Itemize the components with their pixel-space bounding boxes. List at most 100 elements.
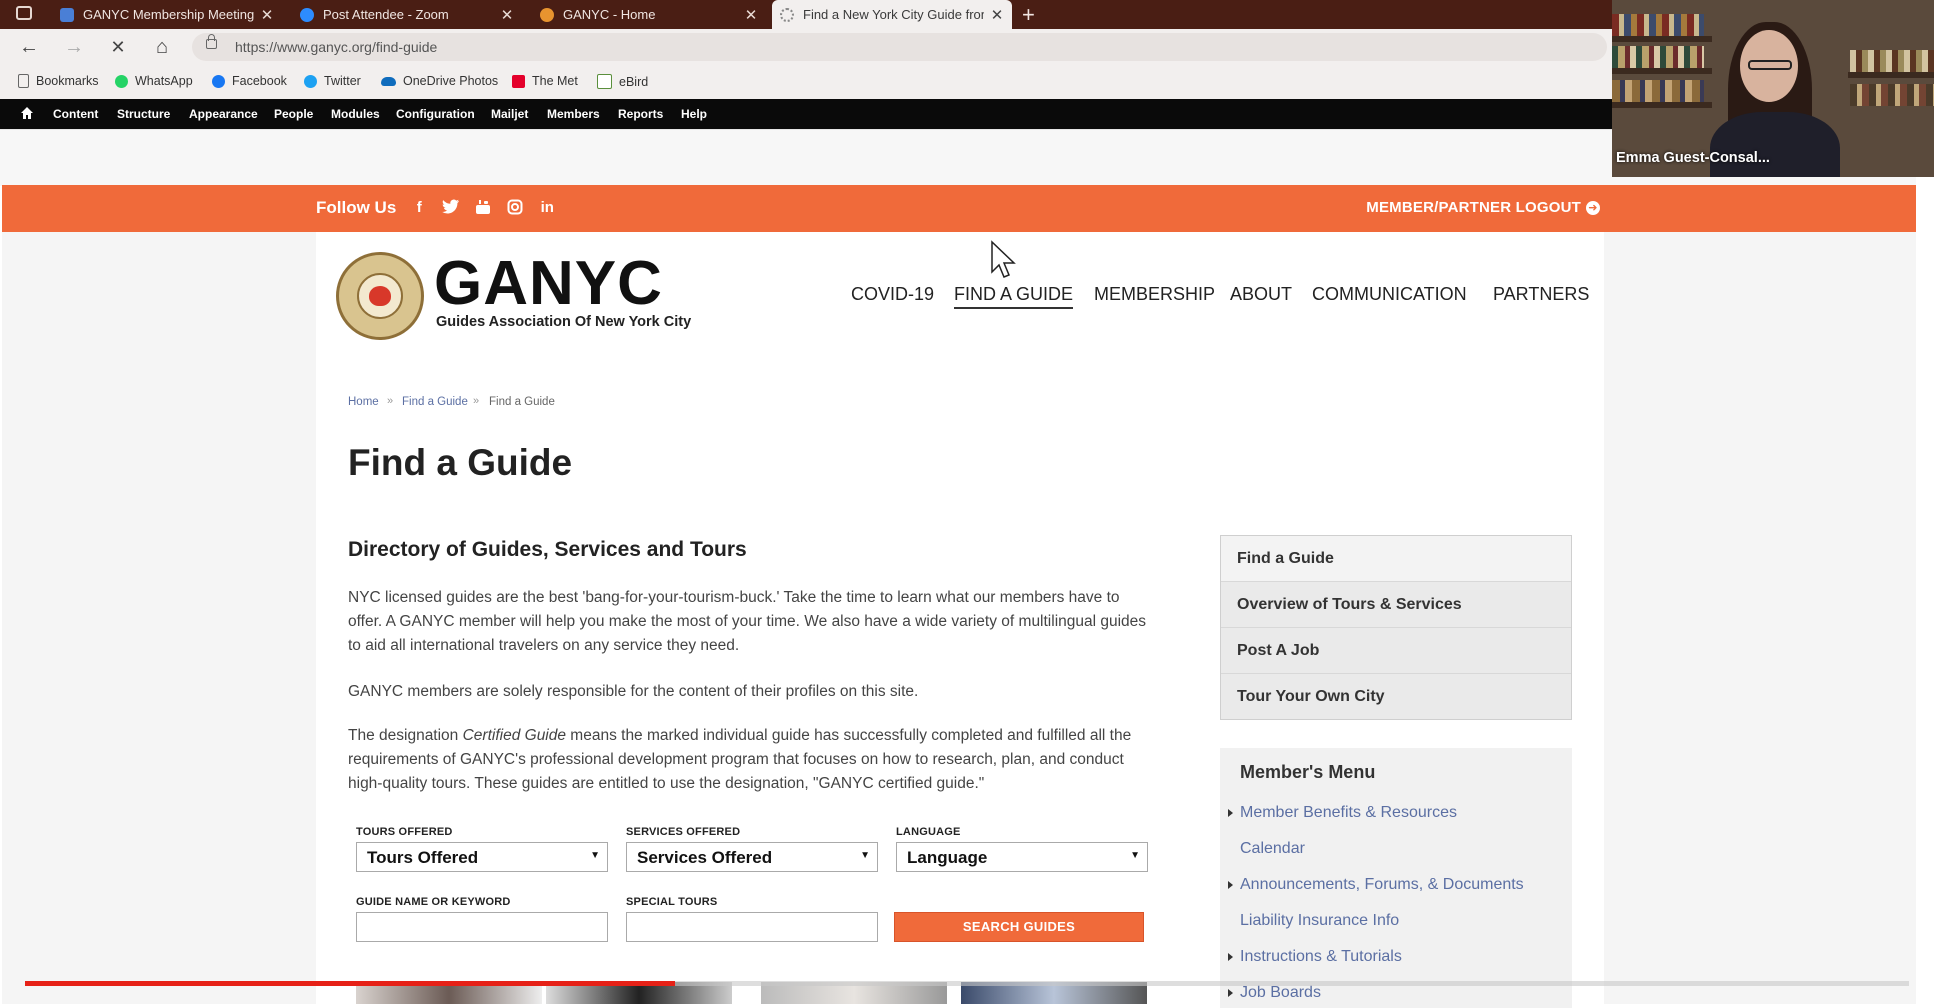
breadcrumb-separator: » bbox=[473, 395, 480, 407]
admin-appearance[interactable]: Appearance bbox=[189, 107, 258, 121]
met-icon bbox=[512, 74, 525, 88]
admin-configuration[interactable]: Configuration bbox=[396, 107, 475, 121]
nav-partners[interactable]: PARTNERS bbox=[1493, 284, 1589, 305]
nav-membership[interactable]: MEMBERSHIP bbox=[1094, 284, 1215, 305]
bookmark-label: eBird bbox=[619, 74, 649, 89]
back-arrow-icon[interactable]: ← bbox=[17, 35, 41, 59]
breadcrumb-find-guide[interactable]: Find a Guide bbox=[402, 396, 468, 408]
sidebar-item-post-job[interactable]: Post A Job bbox=[1221, 628, 1571, 674]
admin-people[interactable]: People bbox=[274, 107, 313, 121]
apple-icon bbox=[369, 286, 391, 306]
job-boards-link[interactable]: Job Boards bbox=[1228, 984, 1321, 1002]
announcements-link[interactable]: Announcements, Forums, & Documents bbox=[1228, 876, 1524, 894]
admin-structure[interactable]: Structure bbox=[117, 107, 170, 121]
home-icon[interactable] bbox=[20, 106, 34, 120]
linkedin-icon[interactable]: in bbox=[538, 199, 556, 217]
bookmark-whatsapp[interactable]: WhatsApp bbox=[115, 74, 193, 88]
forward-arrow-icon[interactable]: → bbox=[62, 35, 86, 59]
sidebar-item-tour-own-city[interactable]: Tour Your Own City bbox=[1221, 674, 1571, 719]
logout-link[interactable]: MEMBER/PARTNER LOGOUT ➜ bbox=[1366, 199, 1600, 216]
youtube-icon[interactable] bbox=[474, 199, 492, 217]
nav-about[interactable]: ABOUT bbox=[1230, 284, 1292, 305]
intro-paragraph: NYC licensed guides are the best 'bang-f… bbox=[348, 589, 1147, 654]
sidebar-item-overview[interactable]: Overview of Tours & Services bbox=[1221, 582, 1571, 628]
bookmark-the-met[interactable]: The Met bbox=[512, 74, 578, 88]
video-progress-fill bbox=[25, 981, 675, 986]
tab-zoom[interactable]: Post Attendee - Zoom ✕ bbox=[292, 0, 522, 29]
close-icon[interactable]: ✕ bbox=[260, 6, 274, 24]
member-benefits-link[interactable]: Member Benefits & Resources bbox=[1228, 804, 1457, 822]
zoom-icon bbox=[300, 7, 314, 22]
members-menu: Member's Menu Member Benefits & Resource… bbox=[1220, 748, 1572, 1008]
keyword-label: GUIDE NAME OR KEYWORD bbox=[356, 896, 511, 908]
admin-help[interactable]: Help bbox=[681, 107, 707, 121]
facebook-icon[interactable]: f bbox=[410, 199, 428, 217]
admin-modules[interactable]: Modules bbox=[331, 107, 380, 121]
expand-arrow-icon[interactable] bbox=[1228, 809, 1233, 817]
mouse-cursor-icon bbox=[991, 240, 1016, 278]
tab-actions-icon[interactable] bbox=[16, 6, 32, 20]
tab-find-guide[interactable]: Find a New York City Guide fron ✕ bbox=[772, 0, 1012, 29]
sidebar-item-find-guide[interactable]: Find a Guide bbox=[1221, 536, 1571, 582]
expand-arrow-icon[interactable] bbox=[1228, 881, 1233, 889]
site-brand[interactable]: GANYC bbox=[434, 248, 663, 319]
bookmark-twitter[interactable]: Twitter bbox=[304, 74, 361, 88]
admin-mailjet[interactable]: Mailjet bbox=[491, 107, 528, 121]
bookmark-label: Bookmarks bbox=[36, 74, 99, 88]
special-tours-label: SPECIAL TOURS bbox=[626, 896, 718, 908]
admin-members[interactable]: Members bbox=[547, 107, 600, 121]
webcam-video: Emma Guest-Consal... bbox=[1612, 0, 1934, 177]
instructions-link[interactable]: Instructions & Tutorials bbox=[1228, 948, 1402, 966]
liability-insurance-link[interactable]: Liability Insurance Info bbox=[1240, 912, 1399, 930]
close-icon[interactable]: ✕ bbox=[990, 6, 1004, 24]
search-guides-button[interactable]: SEARCH GUIDES bbox=[894, 912, 1144, 942]
url-field[interactable]: https://www.ganyc.org/find-guide bbox=[192, 33, 1607, 61]
breadcrumb-home[interactable]: Home bbox=[348, 396, 379, 408]
close-icon[interactable]: ✕ bbox=[744, 6, 758, 24]
ganyc-seal-logo[interactable] bbox=[336, 252, 424, 340]
bookmark-bookmarks[interactable]: Bookmarks bbox=[18, 74, 99, 88]
bookmark-label: WhatsApp bbox=[135, 74, 193, 88]
video-progress-bar[interactable] bbox=[25, 981, 1909, 986]
tab-title: GANYC - Home bbox=[563, 7, 656, 22]
bookmark-ebird[interactable]: eBird bbox=[597, 74, 648, 89]
admin-reports[interactable]: Reports bbox=[618, 107, 663, 121]
guide-sidebar-menu: Find a Guide Overview of Tours & Service… bbox=[1220, 535, 1572, 720]
loading-spinner-icon bbox=[780, 7, 794, 22]
bookmark-label: The Met bbox=[532, 74, 578, 88]
arrow-right-circle-icon: ➜ bbox=[1586, 200, 1600, 215]
tours-offered-select[interactable]: Tours Offered ▼ bbox=[356, 842, 608, 872]
keyword-input[interactable] bbox=[356, 912, 608, 942]
breadcrumb-separator: » bbox=[387, 395, 394, 407]
tours-offered-label: TOURS OFFERED bbox=[356, 826, 453, 838]
tab-title: Post Attendee - Zoom bbox=[323, 7, 449, 22]
expand-arrow-icon[interactable] bbox=[1228, 989, 1233, 997]
tab-title: Find a New York City Guide fron bbox=[803, 7, 984, 22]
bookmark-facebook[interactable]: Facebook bbox=[212, 74, 287, 88]
bookmark-label: Facebook bbox=[232, 74, 287, 88]
language-select[interactable]: Language ▼ bbox=[896, 842, 1148, 872]
nav-find-a-guide[interactable]: FIND A GUIDE bbox=[954, 284, 1074, 309]
admin-content[interactable]: Content bbox=[53, 107, 98, 121]
ebird-icon bbox=[597, 74, 612, 89]
close-icon[interactable]: ✕ bbox=[500, 6, 514, 24]
tab-membership-meeting[interactable]: GANYC Membership Meeting A ✕ bbox=[52, 0, 282, 29]
special-tours-input[interactable] bbox=[626, 912, 878, 942]
new-tab-icon[interactable]: + bbox=[1022, 2, 1035, 28]
browser-tab-strip: GANYC Membership Meeting A ✕ Post Attend… bbox=[0, 0, 1612, 29]
stop-loading-icon[interactable]: ✕ bbox=[106, 35, 130, 59]
lock-icon[interactable] bbox=[206, 34, 217, 49]
nav-communication[interactable]: COMMUNICATION bbox=[1312, 284, 1467, 305]
home-icon[interactable]: ⌂ bbox=[150, 35, 174, 59]
nav-covid-19[interactable]: COVID-19 bbox=[851, 284, 934, 305]
services-offered-select[interactable]: Services Offered ▼ bbox=[626, 842, 878, 872]
page-icon bbox=[18, 74, 29, 88]
calendar-link[interactable]: Calendar bbox=[1240, 840, 1305, 858]
twitter-icon[interactable] bbox=[442, 199, 460, 217]
expand-arrow-icon[interactable] bbox=[1228, 953, 1233, 961]
tab-ganyc-home[interactable]: GANYC - Home ✕ bbox=[532, 0, 766, 29]
bookmark-onedrive[interactable]: OneDrive Photos bbox=[381, 74, 498, 88]
ganyc-favicon-icon bbox=[540, 7, 554, 22]
instagram-icon[interactable] bbox=[506, 199, 524, 217]
certified-paragraph: The designation Certified Guide means th… bbox=[348, 727, 1132, 792]
